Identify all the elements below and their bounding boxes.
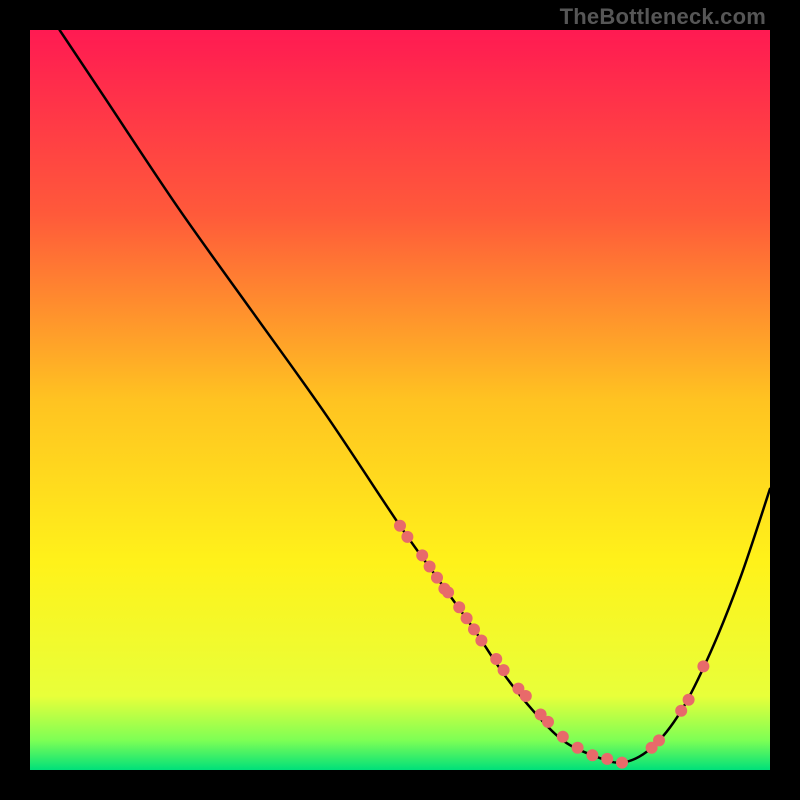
scatter-dot [431,572,443,584]
scatter-dot [520,690,532,702]
scatter-dot [461,612,473,624]
scatter-dot [416,549,428,561]
scatter-dot [586,749,598,761]
scatter-dot [453,601,465,613]
gradient-background [30,30,770,770]
watermark-text: TheBottleneck.com [560,4,766,30]
scatter-dot [542,716,554,728]
scatter-dot [572,742,584,754]
scatter-dot [683,694,695,706]
scatter-dot [468,623,480,635]
scatter-dot [557,731,569,743]
scatter-dot [401,531,413,543]
scatter-dot [490,653,502,665]
scatter-dot [424,561,436,573]
scatter-dot [697,660,709,672]
bottleneck-chart [30,30,770,770]
scatter-dot [498,664,510,676]
scatter-dot [616,757,628,769]
scatter-dot [442,586,454,598]
scatter-dot [394,520,406,532]
scatter-dot [653,734,665,746]
scatter-dot [601,753,613,765]
chart-frame [30,30,770,770]
scatter-dot [475,635,487,647]
scatter-dot [675,705,687,717]
